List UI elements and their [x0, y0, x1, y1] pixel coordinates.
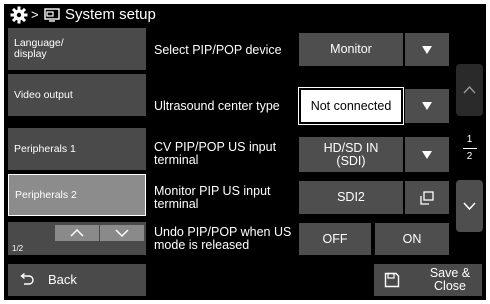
monitor-icon [44, 8, 60, 22]
page-divider [463, 148, 477, 149]
dropdown-arrow-icon [422, 102, 432, 110]
sidebar-item-video-output[interactable]: Video output [8, 74, 146, 116]
row-pip-pop-device: Select PIP/POP device Monitor [150, 28, 452, 72]
back-button-label: Back [48, 272, 77, 287]
cv-pip-pop-terminal-value[interactable]: HD/SD IN (SDI) [299, 137, 403, 172]
sidebar-page-indicator: 1/2 [12, 244, 24, 253]
footer-bar: Back Save & Close [4, 260, 486, 300]
scroll-up-button[interactable] [456, 64, 483, 116]
save-icon [384, 272, 400, 288]
sidebar-page-down-button[interactable] [100, 225, 144, 241]
chevron-down-icon [463, 202, 476, 211]
total-pages: 2 [466, 151, 473, 162]
undo-pip-pop-label: Undo PIP/POP when US mode is released [154, 225, 292, 252]
cv-pip-pop-terminal-dropdown-button[interactable] [405, 137, 449, 172]
save-and-close-label: Save & Close [429, 266, 471, 293]
cv-pip-pop-terminal-label: CV PIP/POP US input terminal [154, 140, 277, 167]
sidebar-item-label: Language/ display [14, 37, 64, 60]
chevron-up-icon [70, 228, 84, 237]
undo-pip-pop-off-button[interactable]: OFF [299, 223, 371, 255]
breadcrumb-separator: > [31, 7, 39, 22]
monitor-pip-terminal-popup-button[interactable] [405, 181, 449, 214]
back-arrow-icon [20, 273, 34, 285]
monitor-pip-terminal-label: Monitor PIP US input terminal [154, 184, 271, 211]
gear-icon [10, 6, 28, 24]
dropdown-arrow-icon [422, 150, 432, 159]
row-cv-pip-pop-terminal: CV PIP/POP US input terminal HD/SD IN (S… [150, 132, 452, 176]
ultrasound-center-type-dropdown-button[interactable] [405, 89, 449, 123]
current-page: 1 [466, 134, 473, 145]
sidebar-item-label: Video output [14, 88, 73, 101]
row-undo-pip-pop: Undo PIP/POP when US mode is released OF… [150, 220, 452, 258]
chevron-down-icon [115, 229, 129, 238]
sidebar-page-up-button[interactable] [55, 225, 99, 241]
ultrasound-center-type-value[interactable]: Not connected [298, 87, 404, 125]
sidebar-item-peripherals-1[interactable]: Peripherals 1 [8, 128, 146, 170]
sidebar-item-label: Peripherals 1 [14, 142, 76, 155]
title-bar: > System setup [4, 4, 486, 26]
pip-pop-device-label: Select PIP/POP device [154, 42, 282, 57]
dropdown-arrow-icon [422, 45, 432, 54]
page-title: System setup [65, 6, 156, 23]
back-button[interactable]: Back [8, 264, 146, 296]
popup-window-icon [420, 190, 434, 205]
sidebar-pager: 1/2 [8, 222, 146, 255]
sidebar-item-peripherals-2[interactable]: Peripherals 2 [8, 174, 146, 216]
page-indicator: 1 2 [456, 134, 483, 170]
row-ultrasound-center-type: Ultrasound center type Not connected [150, 84, 452, 128]
sidebar-item-language-display[interactable]: Language/ display [8, 28, 146, 70]
pip-pop-device-dropdown-button[interactable] [405, 33, 449, 66]
screen-frame: > System setup Language/ display Video o… [4, 4, 486, 300]
chevron-up-icon [463, 86, 476, 94]
ultrasound-center-type-label: Ultrasound center type [154, 98, 280, 113]
pip-pop-device-value[interactable]: Monitor [299, 33, 403, 66]
scroll-down-button[interactable] [456, 180, 483, 232]
sidebar-item-label: Peripherals 2 [15, 188, 77, 201]
undo-pip-pop-on-button[interactable]: ON [375, 223, 449, 255]
monitor-pip-terminal-value[interactable]: SDI2 [299, 181, 403, 214]
save-and-close-button[interactable]: Save & Close [374, 264, 482, 296]
row-monitor-pip-terminal: Monitor PIP US input terminal SDI2 [150, 176, 452, 220]
